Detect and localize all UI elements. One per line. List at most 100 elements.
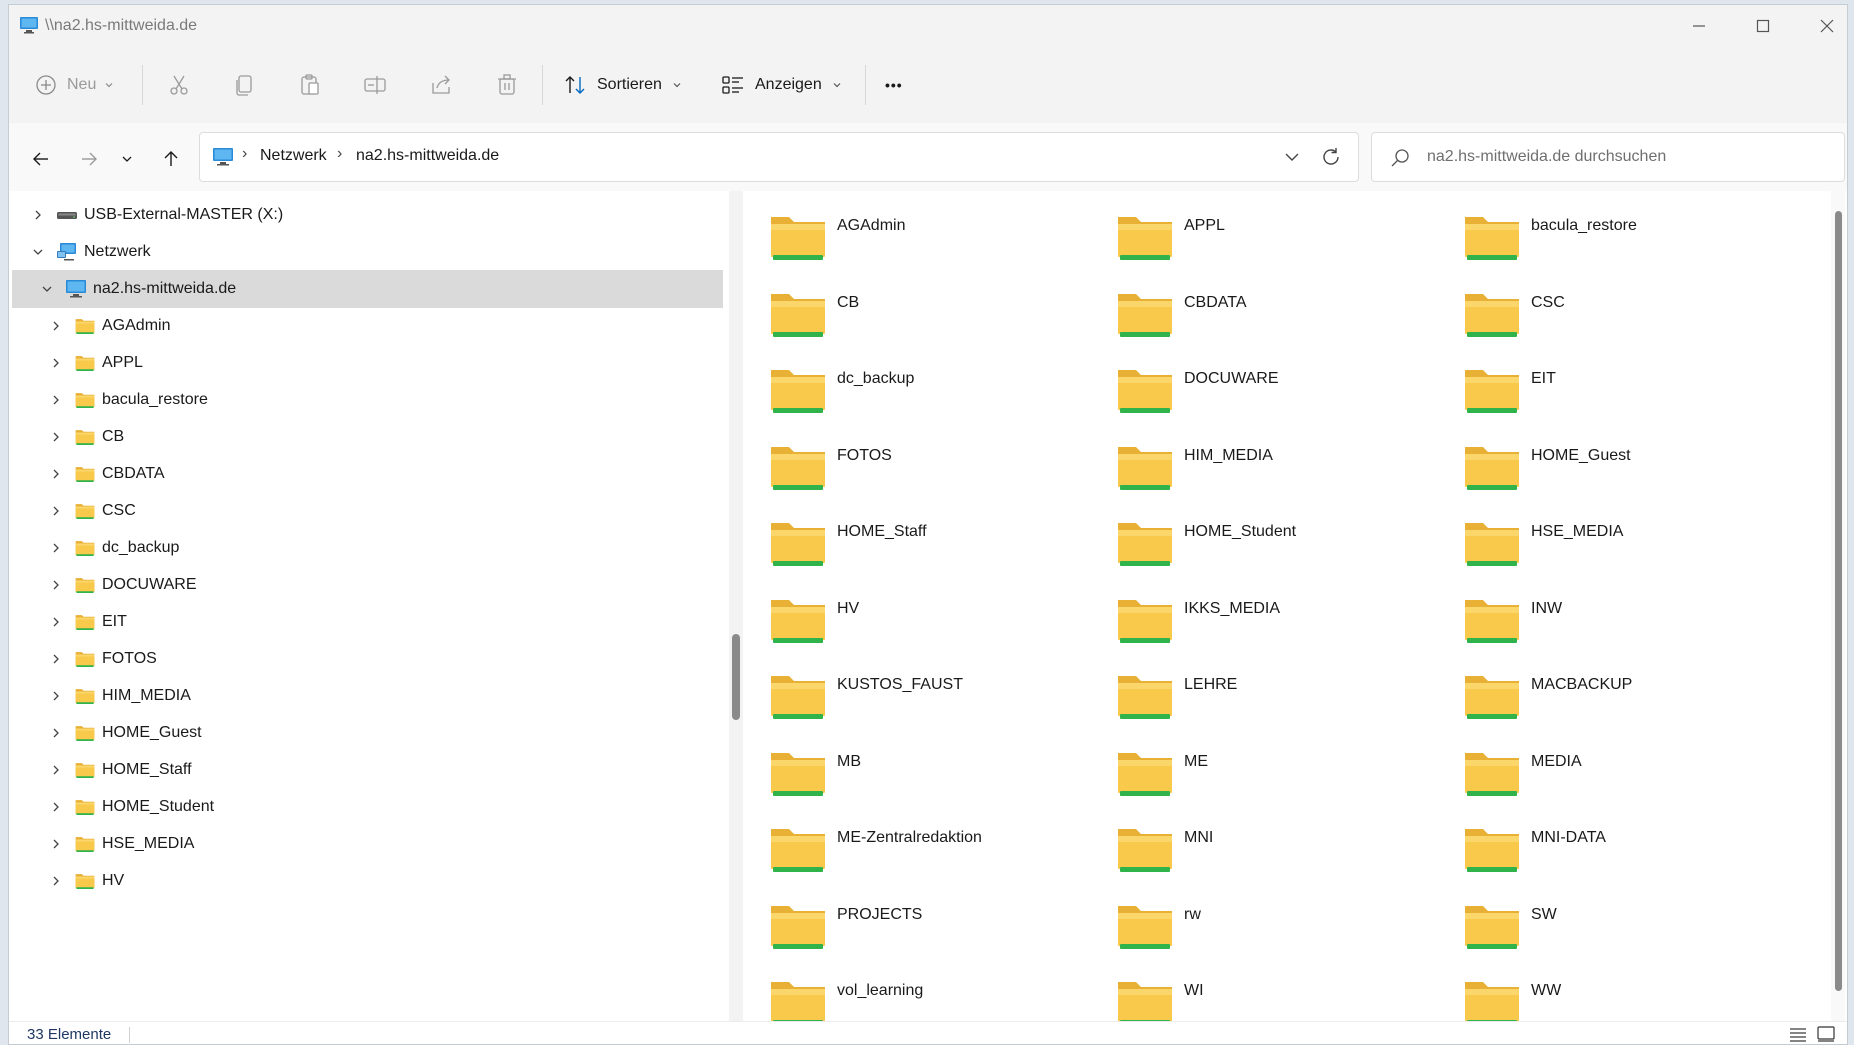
expand-toggle[interactable] <box>48 762 64 778</box>
address-history-button[interactable] <box>1283 148 1301 171</box>
share-tile-sw[interactable]: SW <box>1443 888 1783 958</box>
cut-button[interactable] <box>167 69 191 101</box>
share-tile-kustos-faust[interactable]: KUSTOS_FAUST <box>749 658 1089 728</box>
share-tile-home-staff[interactable]: HOME_Staff <box>749 505 1089 575</box>
up-button[interactable] <box>157 145 185 173</box>
share-tile-fotos[interactable]: FOTOS <box>749 429 1089 499</box>
tree-item-home-student[interactable]: HOME_Student <box>12 788 723 826</box>
share-tile-mni-data[interactable]: MNI-DATA <box>1443 811 1783 881</box>
tree-item-dc-backup[interactable]: dc_backup <box>12 529 723 567</box>
share-tile-cbdata[interactable]: CBDATA <box>1096 276 1436 346</box>
more-options-button[interactable]: ••• <box>885 69 903 101</box>
expand-toggle[interactable] <box>48 355 64 371</box>
expand-toggle[interactable] <box>48 503 64 519</box>
share-tile-macbackup[interactable]: MACBACKUP <box>1443 658 1783 728</box>
expand-toggle[interactable] <box>48 651 64 667</box>
tree-item-eit[interactable]: EIT <box>12 603 723 641</box>
tree-item-docuware[interactable]: DOCUWARE <box>12 566 723 604</box>
expand-toggle[interactable] <box>30 207 46 223</box>
expand-toggle[interactable] <box>48 614 64 630</box>
share-tile-ikks-media[interactable]: IKKS_MEDIA <box>1096 582 1436 652</box>
expand-toggle[interactable] <box>48 799 64 815</box>
tree-item-bacula-restore[interactable]: bacula_restore <box>12 381 723 419</box>
delete-button[interactable] <box>495 69 519 101</box>
tree-item-netzwerk[interactable]: Netzwerk <box>12 233 723 271</box>
forward-button[interactable] <box>75 145 103 173</box>
tree-item-home-guest[interactable]: HOME_Guest <box>12 714 723 752</box>
share-tile-vol-learning[interactable]: vol_learning <box>749 964 1089 1021</box>
recent-locations-button[interactable] <box>113 145 141 173</box>
share-tile-home-student[interactable]: HOME_Student <box>1096 505 1436 575</box>
share-tile-cb[interactable]: CB <box>749 276 1089 346</box>
breadcrumb-network[interactable]: Netzwerk <box>260 147 327 165</box>
content-scrollbar[interactable] <box>1831 191 1845 1021</box>
paste-button[interactable] <box>298 69 322 101</box>
expand-toggle[interactable] <box>48 540 64 556</box>
tiles-view-button[interactable] <box>1817 1026 1837 1044</box>
maximize-button[interactable] <box>1731 5 1795 47</box>
share-tile-ww[interactable]: WW <box>1443 964 1783 1021</box>
tree-item-him-media[interactable]: HIM_MEDIA <box>12 677 723 715</box>
tree-item-home-staff[interactable]: HOME_Staff <box>12 751 723 789</box>
address-bar[interactable]: › Netzwerk › na2.hs-mittweida.de <box>199 132 1359 182</box>
expand-toggle[interactable] <box>48 873 64 889</box>
rename-button[interactable] <box>363 69 387 101</box>
share-tile-lehre[interactable]: LEHRE <box>1096 658 1436 728</box>
share-tile-hse-media[interactable]: HSE_MEDIA <box>1443 505 1783 575</box>
share-button[interactable] <box>429 69 453 101</box>
refresh-button[interactable] <box>1320 146 1342 173</box>
expand-toggle[interactable] <box>48 392 64 408</box>
scrollbar-thumb[interactable] <box>1835 211 1842 991</box>
expand-toggle[interactable] <box>48 836 64 852</box>
tree-item-fotos[interactable]: FOTOS <box>12 640 723 678</box>
share-tile-media[interactable]: MEDIA <box>1443 735 1783 805</box>
share-tile-mb[interactable]: MB <box>749 735 1089 805</box>
expand-toggle[interactable] <box>48 429 64 445</box>
expand-toggle[interactable] <box>48 725 64 741</box>
new-button[interactable]: Neu <box>35 69 114 101</box>
share-tile-mni[interactable]: MNI <box>1096 811 1436 881</box>
scrollbar-thumb[interactable] <box>732 634 740 720</box>
breadcrumb-server[interactable]: na2.hs-mittweida.de <box>356 147 499 165</box>
expand-toggle[interactable] <box>30 244 46 260</box>
share-tile-appl[interactable]: APPL <box>1096 199 1436 269</box>
share-tile-inw[interactable]: INW <box>1443 582 1783 652</box>
back-button[interactable] <box>27 145 55 173</box>
share-tile-me-zentralredaktion[interactable]: ME-Zentralredaktion <box>749 811 1089 881</box>
close-button[interactable] <box>1795 5 1847 47</box>
search-input[interactable]: na2.hs-mittweida.de durchsuchen <box>1371 132 1845 182</box>
minimize-button[interactable] <box>1667 5 1731 47</box>
expand-toggle[interactable] <box>48 577 64 593</box>
share-tile-home-guest[interactable]: HOME_Guest <box>1443 429 1783 499</box>
share-tile-me[interactable]: ME <box>1096 735 1436 805</box>
tree-item-usb-external-master-x[interactable]: USB-External-MASTER (X:) <box>12 196 723 234</box>
share-tile-eit[interactable]: EIT <box>1443 352 1783 422</box>
tree-item-hv[interactable]: HV <box>12 862 723 900</box>
navigation-pane-scrollbar[interactable] <box>729 191 743 1021</box>
share-tile-dc-backup[interactable]: dc_backup <box>749 352 1089 422</box>
tree-item-cb[interactable]: CB <box>12 418 723 456</box>
copy-button[interactable] <box>233 69 257 101</box>
share-tile-projects[interactable]: PROJECTS <box>749 888 1089 958</box>
tree-item-agadmin[interactable]: AGAdmin <box>12 307 723 345</box>
details-view-button[interactable] <box>1789 1026 1809 1044</box>
share-tile-docuware[interactable]: DOCUWARE <box>1096 352 1436 422</box>
share-tile-rw[interactable]: rw <box>1096 888 1436 958</box>
share-tile-csc[interactable]: CSC <box>1443 276 1783 346</box>
tree-item-hse-media[interactable]: HSE_MEDIA <box>12 825 723 863</box>
share-tile-him-media[interactable]: HIM_MEDIA <box>1096 429 1436 499</box>
tree-item-cbdata[interactable]: CBDATA <box>12 455 723 493</box>
expand-toggle[interactable] <box>48 318 64 334</box>
expand-toggle[interactable] <box>48 466 64 482</box>
tree-item-appl[interactable]: APPL <box>12 344 723 382</box>
share-tile-hv[interactable]: HV <box>749 582 1089 652</box>
expand-toggle[interactable] <box>48 688 64 704</box>
view-button[interactable]: Anzeigen <box>721 69 842 101</box>
expand-toggle[interactable] <box>39 281 55 297</box>
tree-item-csc[interactable]: CSC <box>12 492 723 530</box>
tree-item-na2-hs-mittweida-de[interactable]: na2.hs-mittweida.de <box>12 270 723 308</box>
share-tile-bacula-restore[interactable]: bacula_restore <box>1443 199 1783 269</box>
share-tile-wi[interactable]: WI <box>1096 964 1436 1021</box>
share-tile-agadmin[interactable]: AGAdmin <box>749 199 1089 269</box>
sort-button[interactable]: Sortieren <box>563 69 682 101</box>
